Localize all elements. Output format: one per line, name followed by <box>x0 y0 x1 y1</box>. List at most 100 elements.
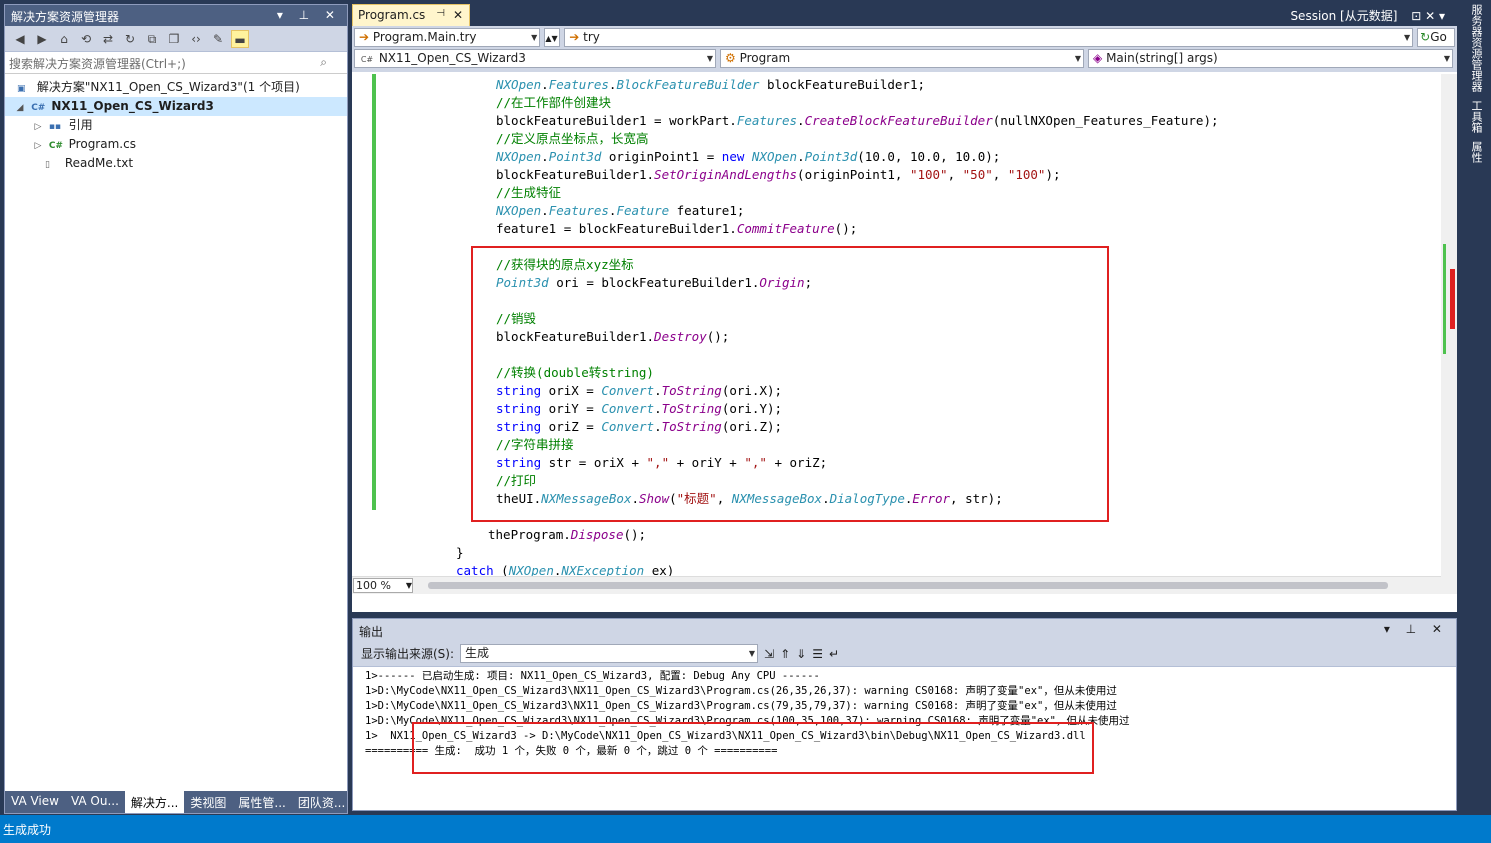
code-line[interactable]: //定义原点坐标点，长宽高 <box>456 130 1219 148</box>
back-icon[interactable]: ◀ <box>11 30 29 48</box>
chevron-down-icon: ▼ <box>1443 54 1450 63</box>
tab-server-explorer[interactable]: 服务器资源管理器 <box>1460 0 1491 96</box>
vertical-scrollbar[interactable] <box>1441 74 1457 594</box>
chevron-down-icon: ▼ <box>405 581 412 590</box>
tab-property-manager[interactable]: 属性管... <box>232 791 291 813</box>
code-line[interactable]: NXOpen.Point3d originPoint1 = new NXOpen… <box>456 148 1219 166</box>
tab-class-view[interactable]: 类视图 <box>184 791 232 813</box>
arrow-icon: ➔ <box>359 30 370 44</box>
output-line[interactable]: 1>------ 已启动生成: 项目: NX11_Open_CS_Wizard3… <box>365 669 1129 684</box>
code-line[interactable]: NXOpen.Features.Feature feature1; <box>456 202 1219 220</box>
chevron-down-icon: ▼ <box>748 649 756 658</box>
status-bar: 生成成功 <box>0 815 1491 843</box>
output-toolbar: 显示输出来源(S): 生成 ▼ ⇲ ⇑ ⇓ ☰ ↵ <box>353 641 1456 667</box>
code-editor-panel: Program.cs ⊣ ✕ Session [从元数据] ⊡ ✕ ▾ ➔ Pr… <box>352 4 1457 612</box>
pin-icon[interactable]: ⊣ <box>436 8 445 19</box>
tree-item-solution[interactable]: ▣ 解决方案"NX11_Open_CS_Wizard3"(1 个项目) <box>5 78 347 97</box>
code-line[interactable]: NXOpen.Features.BlockFeatureBuilder bloc… <box>456 76 1219 94</box>
chevron-down-icon: ▼ <box>531 33 538 42</box>
scroll-thumb[interactable] <box>428 582 1388 589</box>
output-panel: 输出 ▾ ⊥ ✕ 显示输出来源(S): 生成 ▼ ⇲ ⇑ ⇓ ☰ ↵ 1>---… <box>352 618 1457 811</box>
panel-controls[interactable]: ▾ ⊥ ✕ <box>277 8 341 22</box>
chevron-down-icon: ▼ <box>1074 54 1081 63</box>
class-icon: ⚙ <box>725 51 736 65</box>
zoom-dropdown[interactable]: 100 % ▼ <box>353 578 413 593</box>
code-line[interactable]: feature1 = blockFeatureBuilder1.CommitFe… <box>456 220 1219 238</box>
right-side-tabs: 服务器资源管理器 工具箱 属性 <box>1460 0 1491 815</box>
text-file-icon: ▯ <box>45 160 50 170</box>
csharp-project-icon: C# <box>360 55 374 64</box>
output-line[interactable]: 1>D:\MyCode\NX11_Open_CS_Wizard3\NX11_Op… <box>365 684 1129 699</box>
properties-icon[interactable]: ✎ <box>209 30 227 48</box>
project-dropdown[interactable]: C# NX11_Open_CS_Wizard3 ▼ <box>354 49 716 68</box>
solution-tree: ▣ 解决方案"NX11_Open_CS_Wizard3"(1 个项目) ◢ C#… <box>5 74 347 173</box>
history-icon[interactable]: ⟲ <box>77 30 95 48</box>
code-area[interactable]: NXOpen.Features.BlockFeatureBuilder bloc… <box>352 74 1441 594</box>
forward-icon[interactable]: ▶ <box>33 30 51 48</box>
nav-row-2: C# NX11_Open_CS_Wizard3 ▼ ⚙ Program ▼ ◈ … <box>352 49 1457 72</box>
window-controls-icon[interactable]: ⊡ ✕ ▾ <box>1411 9 1445 23</box>
session-label: Session [从元数据] ⊡ ✕ ▾ <box>1290 9 1445 23</box>
code-view-icon[interactable]: ‹› <box>187 30 205 48</box>
tab-toolbox[interactable]: 工具箱 <box>1460 96 1491 137</box>
tab-va-outline[interactable]: VA Ou... <box>65 791 125 813</box>
method-icon: ◈ <box>1093 51 1103 65</box>
code-line[interactable]: blockFeatureBuilder1.SetOriginAndLengths… <box>456 166 1219 184</box>
go-icon: ↻ <box>1420 30 1431 44</box>
method-dropdown[interactable]: ◈ Main(string[] args) ▼ <box>1088 49 1453 68</box>
horizontal-scrollbar[interactable]: 100 % ▼ <box>352 576 1441 594</box>
tab-solution-explorer[interactable]: 解决方... <box>124 791 185 813</box>
highlight-box <box>412 722 1094 774</box>
tab-program-cs[interactable]: Program.cs ⊣ ✕ <box>352 4 470 26</box>
chevron-down-icon: ▼ <box>706 54 713 63</box>
find-message-icon[interactable]: ⇲ <box>764 647 774 661</box>
scope-dropdown[interactable]: ➔ try ▼ <box>564 28 1414 47</box>
tab-properties[interactable]: 属性 <box>1460 137 1491 167</box>
search-icon[interactable]: ⌕ <box>320 55 327 70</box>
next-message-icon[interactable]: ⇓ <box>796 647 806 661</box>
highlight-box <box>471 246 1109 522</box>
spin-button[interactable]: ▲▼ <box>544 28 561 47</box>
word-wrap-icon[interactable]: ↵ <box>829 647 839 661</box>
panel-controls-icon[interactable]: ▾ ⊥ ✕ <box>1384 622 1448 636</box>
code-line[interactable]: } <box>456 544 1219 562</box>
preview-icon[interactable]: ▬ <box>231 30 249 48</box>
refresh-icon[interactable]: ↻ <box>121 30 139 48</box>
tab-team-explorer[interactable]: 团队资... <box>292 791 351 813</box>
home-icon[interactable]: ⌂ <box>55 30 73 48</box>
nav-row-1: ➔ Program.Main.try ▼ ▲▼ ➔ try ▼ ↻Go <box>352 26 1457 49</box>
error-marker <box>1450 269 1455 329</box>
code-line[interactable]: theProgram.Dispose(); <box>456 526 1219 544</box>
tree-item-readme[interactable]: ▯ ReadMe.txt <box>5 154 347 173</box>
sync-icon[interactable]: ⇄ <box>99 30 117 48</box>
class-dropdown[interactable]: ⚙ Program ▼ <box>720 49 1084 68</box>
spin-icon: ▲▼ <box>545 34 558 43</box>
panel-title: 解决方案资源管理器 ▾ ⊥ ✕ <box>5 5 347 26</box>
output-line[interactable]: 1>D:\MyCode\NX11_Open_CS_Wizard3\NX11_Op… <box>365 699 1129 714</box>
tree-item-project[interactable]: ◢ C# NX11_Open_CS_Wizard3 <box>5 97 347 116</box>
tree-item-references[interactable]: ▷ ▪▪ 引用 <box>5 116 347 135</box>
prev-message-icon[interactable]: ⇑ <box>780 647 790 661</box>
tree-item-program-cs[interactable]: ▷ C# Program.cs <box>5 135 347 154</box>
tab-va-view[interactable]: VA View <box>5 791 65 813</box>
member-dropdown[interactable]: ➔ Program.Main.try ▼ <box>354 28 541 47</box>
arrow-icon: ➔ <box>569 30 580 44</box>
change-margin <box>372 74 376 510</box>
copy-icon[interactable]: ❐ <box>165 30 183 48</box>
collapse-all-icon[interactable]: ⧉ <box>143 30 161 48</box>
panel-title: 输出 ▾ ⊥ ✕ <box>353 619 1456 641</box>
editor-tabbar: Program.cs ⊣ ✕ Session [从元数据] ⊡ ✕ ▾ <box>352 4 1457 26</box>
solution-toolbar: ◀ ▶ ⌂ ⟲ ⇄ ↻ ⧉ ❐ ‹› ✎ ▬ <box>5 26 347 52</box>
code-line[interactable]: //生成特征 <box>456 184 1219 202</box>
code-line[interactable]: blockFeatureBuilder1 = workPart.Features… <box>456 112 1219 130</box>
solution-explorer-panel: 解决方案资源管理器 ▾ ⊥ ✕ ◀ ▶ ⌂ ⟲ ⇄ ↻ ⧉ ❐ ‹› ✎ ▬ 搜… <box>4 4 348 814</box>
change-marker <box>1443 244 1446 354</box>
close-icon[interactable]: ✕ <box>453 8 463 22</box>
output-source-dropdown[interactable]: 生成 ▼ <box>460 644 759 663</box>
search-input[interactable]: 搜索解决方案资源管理器(Ctrl+;) ⌕ <box>5 52 347 74</box>
clear-all-icon[interactable]: ☰ <box>812 647 823 661</box>
go-button[interactable]: ↻Go <box>1417 28 1455 47</box>
scroll-map <box>1441 74 1457 594</box>
code-line[interactable]: //在工作部件创建块 <box>456 94 1219 112</box>
bottom-tabs: VA View VA Ou... 解决方... 类视图 属性管... 团队资..… <box>5 791 347 813</box>
